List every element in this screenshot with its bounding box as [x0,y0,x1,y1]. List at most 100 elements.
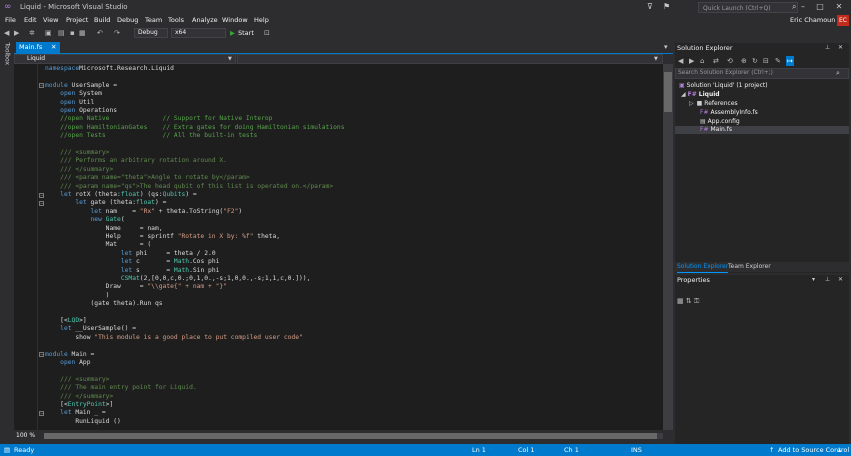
code-line[interactable]: open System [45,90,102,98]
avatar[interactable]: EC [837,15,849,26]
code-line[interactable]: Name = nam, [45,225,163,233]
redo-icon[interactable]: ↷ [114,27,120,39]
tab-team-explorer[interactable]: Team Explorer [728,262,771,272]
save-icon[interactable]: ▪ [70,27,75,39]
code-line[interactable]: let rotX (theta:float) (qs:Qubits) = [45,191,197,199]
user-name[interactable]: Eric Chamoun [790,15,835,26]
new-project-icon[interactable]: ✲ [29,27,35,39]
code-line[interactable]: namespaceMicrosoft.Research.Liquid [45,65,174,73]
toolbox-tab[interactable]: Toolbox [4,43,11,77]
code-line[interactable]: let c = Math.Cos phi [45,258,220,266]
member-navigation-select[interactable] [237,54,663,64]
menu-help[interactable]: Help [254,15,269,26]
code-line[interactable]: [<EntryPoint>] [45,401,113,409]
menu-build[interactable]: Build [94,15,110,26]
pin-icon[interactable]: ⊥ [825,275,830,285]
pending-changes-icon[interactable]: ⊕ [741,56,747,66]
code-line[interactable]: let nam = "Rx" + theta.ToString("F2") [45,208,243,216]
back-icon[interactable]: ◀ [4,27,9,39]
menu-team[interactable]: Team [145,15,162,26]
tree-item-file[interactable]: F# AssemblyInfo.fs [700,109,758,117]
code-line[interactable]: [<LQD>] [45,317,87,325]
code-line[interactable]: let s = Math.Sin phi [45,267,220,275]
undo-icon[interactable]: ↶ [97,27,103,39]
preview-icon[interactable]: ↦ [786,56,794,66]
chevron-down-icon[interactable]: ▼ [228,54,232,64]
attach-icon[interactable]: ⊡ [264,27,270,39]
zoom-level-select[interactable]: 100 % [16,431,40,441]
home-icon[interactable]: ⌂ [700,56,704,66]
code-line[interactable]: /// </summary> [45,393,113,401]
menu-tools[interactable]: Tools [168,15,184,26]
maximize-button[interactable]: □ [813,0,827,14]
vertical-scrollbar[interactable] [663,64,673,430]
tree-item-file[interactable]: F# Main.fs [700,126,732,134]
configuration-select[interactable]: Debug [134,28,168,38]
project-navigation-select[interactable]: Liquid [14,54,236,64]
tab-list-dropdown-icon[interactable]: ▾ [664,42,668,53]
code-line[interactable]: /// <summary> [45,149,109,157]
code-line[interactable]: Mat = ( [45,241,152,249]
code-line[interactable]: open Operations [45,107,117,115]
minimize-button[interactable]: – [796,0,810,14]
wrench-icon[interactable]: ✎ [775,56,781,66]
fold-toggle-icon[interactable]: − [39,410,44,416]
quick-launch-input[interactable]: Quick Launch (Ctrl+Q) [698,2,798,13]
platform-select[interactable]: x64 [171,28,226,38]
menu-window[interactable]: Window [222,15,248,26]
back-icon[interactable]: ◀ [678,56,683,66]
code-line[interactable]: RunLiquid () [45,418,121,426]
notification-icon[interactable]: ⚑ [663,2,670,11]
menu-project[interactable]: Project [66,15,88,26]
code-line[interactable]: ) [45,292,110,300]
search-icon[interactable]: ⌕ [836,68,840,79]
save-all-icon[interactable]: ▦ [79,27,86,39]
menu-analyze[interactable]: Analyze [192,15,218,26]
collapse-all-icon[interactable]: ⊟ [763,56,769,66]
code-line[interactable]: CSMat(2,[0,0,c,0.;0,1,0.,-s;1,0,0.,-s;1,… [45,275,311,283]
solution-search-input[interactable]: Search Solution Explorer (Ctrl+;) [675,68,849,79]
start-button[interactable]: ▶ Start [230,27,254,39]
fold-toggle-icon[interactable]: − [39,200,44,206]
menu-view[interactable]: View [43,15,58,26]
code-line[interactable]: show "This module is a good place to put… [45,334,302,342]
tab-solution-explorer[interactable]: Solution Explorer [677,262,729,273]
menu-file[interactable]: File [5,15,16,26]
code-line[interactable]: module Main = [45,351,94,359]
property-pages-icon[interactable]: ⚿ [694,297,699,305]
fold-toggle-icon[interactable]: − [39,83,44,89]
categorized-icon[interactable]: ▦ [677,297,684,305]
code-line[interactable]: Help = sprintf "Rotate in X by: %f" thet… [45,233,280,241]
fold-toggle-icon[interactable]: − [39,352,44,358]
close-icon[interactable]: ✕ [838,43,843,53]
chevron-down-icon[interactable]: ▼ [654,54,658,64]
pin-icon[interactable]: ⊥ [825,43,830,53]
code-line[interactable]: //open HamiltonianGates // Extra gates f… [45,124,344,132]
code-line[interactable]: /// <summary> [45,376,109,384]
code-line[interactable]: //open Native // Support for Native Inte… [45,115,272,123]
code-line[interactable]: new Gate( [45,216,125,224]
code-line[interactable]: let __UserSample() = [45,325,136,333]
forward-icon[interactable]: ▶ [14,27,19,39]
history-icon[interactable]: ⟲ [727,56,733,66]
code-line[interactable]: open App [45,359,90,367]
code-line[interactable]: /// Performs an arbitrary rotation aroun… [45,157,227,165]
status-notification-icon[interactable]: ▤ [4,444,10,456]
code-line[interactable]: /// <param name="qs">The head qubit of t… [45,183,333,191]
code-line[interactable]: let phi = theta / 2.0 [45,250,216,258]
menu-edit[interactable]: Edit [24,15,37,26]
sync-icon[interactable]: ⇄ [713,56,719,66]
code-line[interactable]: /// <param name="theta">Angle to rotate … [45,174,250,182]
solution-icon[interactable]: ▣ [45,27,52,39]
tree-item-solution[interactable]: ▣ Solution 'Liquid' (1 project) [679,82,768,90]
code-line[interactable]: let gate (theta:float) = [45,199,166,207]
forward-icon[interactable]: ▶ [689,56,694,66]
vertical-scrollbar-thumb[interactable] [664,72,672,112]
filter-icon[interactable]: ⊽ [647,2,653,11]
fold-toggle-icon[interactable]: − [39,192,44,198]
tree-item-file[interactable]: ▤ App.config [700,118,740,126]
tab-close-icon[interactable]: ✕ [51,42,56,53]
code-line[interactable]: module UserSample = [45,82,117,90]
horizontal-scrollbar-thumb[interactable] [44,433,657,439]
tree-item-project[interactable]: ◢ F# Liquid [681,91,720,99]
